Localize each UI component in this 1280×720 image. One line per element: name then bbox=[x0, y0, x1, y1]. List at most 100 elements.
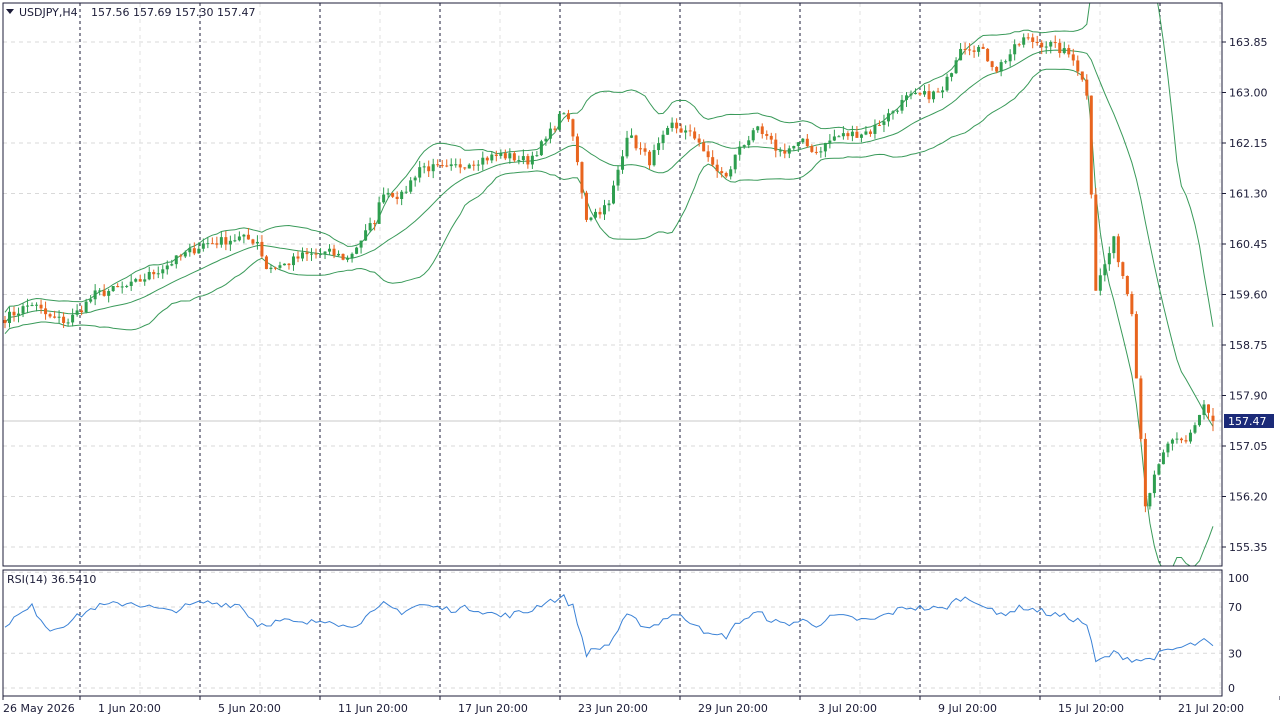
candle-bear bbox=[1179, 438, 1183, 441]
candle-bull bbox=[819, 151, 823, 153]
candle-bull bbox=[941, 90, 945, 93]
candle-bull bbox=[684, 130, 688, 133]
candle-bull bbox=[1107, 253, 1111, 265]
candle-bull bbox=[909, 93, 913, 96]
candle-bear bbox=[48, 314, 52, 317]
candle-bear bbox=[584, 192, 588, 220]
candle-bear bbox=[53, 316, 57, 318]
price-tick-label: 163.85 bbox=[1229, 36, 1268, 49]
trading-chart[interactable]: 163.85 163.00 162.15 161.30 160.45 159.60 158.… bbox=[0, 0, 1280, 720]
candle-bull bbox=[1170, 439, 1174, 444]
candle-bull bbox=[932, 91, 936, 100]
candle-bear bbox=[927, 91, 931, 100]
candle-bear bbox=[80, 310, 84, 313]
candle-bull bbox=[535, 155, 539, 157]
candle-bull bbox=[129, 281, 133, 286]
candle-bull bbox=[886, 113, 890, 122]
candle-bear bbox=[1134, 314, 1138, 379]
candle-bull bbox=[738, 146, 742, 155]
candle-bull bbox=[864, 131, 868, 135]
candle-bull bbox=[729, 169, 733, 177]
price-tick-label: 162.15 bbox=[1229, 137, 1268, 150]
candle-bull bbox=[269, 267, 273, 270]
candle-bear bbox=[1125, 276, 1129, 295]
candle-bull bbox=[1049, 42, 1053, 47]
candle-bear bbox=[724, 173, 728, 177]
candle-bull bbox=[66, 322, 70, 324]
candle-bull bbox=[616, 169, 620, 186]
candle-bull bbox=[355, 247, 359, 254]
candle-bear bbox=[580, 162, 584, 193]
candle-bear bbox=[1053, 42, 1057, 44]
candle-bull bbox=[219, 237, 223, 245]
candle-bull bbox=[26, 305, 30, 307]
candle-bull bbox=[170, 264, 174, 266]
candle-bull bbox=[1044, 46, 1048, 48]
candle-bear bbox=[968, 49, 972, 51]
candle-bull bbox=[612, 185, 616, 204]
candle-bull bbox=[778, 150, 782, 152]
candle-bull bbox=[98, 290, 102, 292]
candle-bear bbox=[512, 153, 516, 161]
candle-bull bbox=[589, 217, 593, 220]
candle-bear bbox=[179, 255, 183, 257]
candle-bear bbox=[503, 153, 507, 159]
time-tick-label: 11 Jun 20:00 bbox=[338, 702, 408, 715]
candle-bear bbox=[138, 279, 142, 282]
candle-bear bbox=[688, 130, 692, 132]
candle-bull bbox=[630, 135, 634, 138]
candle-bull bbox=[300, 252, 304, 259]
candle-bull bbox=[661, 134, 665, 144]
candle-bear bbox=[1076, 60, 1080, 72]
candle-bear bbox=[648, 151, 652, 166]
candle-bull bbox=[422, 166, 426, 168]
candle-bear bbox=[395, 196, 399, 199]
candle-bear bbox=[102, 290, 106, 296]
candle-bear bbox=[598, 211, 602, 215]
candle-bull bbox=[621, 156, 625, 170]
candle-bull bbox=[801, 138, 805, 143]
candle-bear bbox=[12, 311, 16, 316]
time-tick-label: 23 Jun 20:00 bbox=[578, 702, 648, 715]
candle-bull bbox=[147, 271, 151, 280]
candle-bull bbox=[364, 230, 368, 241]
candle-bull bbox=[201, 243, 205, 249]
candle-bull bbox=[828, 140, 832, 143]
candle-bull bbox=[1148, 493, 1152, 507]
candle-bear bbox=[575, 136, 579, 163]
candle-bull bbox=[756, 126, 760, 131]
candle-bear bbox=[639, 148, 643, 150]
candle-bull bbox=[476, 164, 480, 166]
candle-bear bbox=[1026, 37, 1030, 39]
candle-bear bbox=[116, 286, 120, 288]
candle-bear bbox=[1184, 440, 1188, 442]
candle-bull bbox=[1197, 414, 1201, 426]
candle-bull bbox=[1008, 54, 1012, 62]
candle-bull bbox=[368, 223, 372, 231]
candle-bull bbox=[228, 240, 232, 245]
candle-bull bbox=[377, 202, 381, 224]
candle-bear bbox=[1035, 41, 1039, 43]
price-tick-label: 156.20 bbox=[1229, 491, 1268, 504]
candle-bull bbox=[490, 154, 494, 161]
price-tick-label: 163.00 bbox=[1229, 87, 1268, 100]
candle-bull bbox=[107, 291, 111, 296]
candle-bear bbox=[765, 134, 769, 136]
candle-bear bbox=[995, 67, 999, 72]
candle-bear bbox=[1071, 54, 1075, 61]
time-tick-label: 1 Jun 20:00 bbox=[98, 702, 161, 715]
candle-bear bbox=[246, 234, 250, 240]
candle-bear bbox=[152, 271, 156, 275]
candle-bull bbox=[521, 156, 525, 161]
candle-bull bbox=[539, 141, 543, 156]
candle-bear bbox=[963, 48, 967, 50]
candle-bear bbox=[697, 138, 701, 143]
candle-bull bbox=[413, 177, 417, 181]
candle-bull bbox=[950, 73, 954, 77]
candle-bear bbox=[805, 138, 809, 147]
candle-bull bbox=[747, 140, 751, 146]
candle-bull bbox=[841, 133, 845, 137]
candle-bear bbox=[981, 46, 985, 49]
candle-bull bbox=[796, 142, 800, 147]
candle-bull bbox=[278, 265, 282, 268]
